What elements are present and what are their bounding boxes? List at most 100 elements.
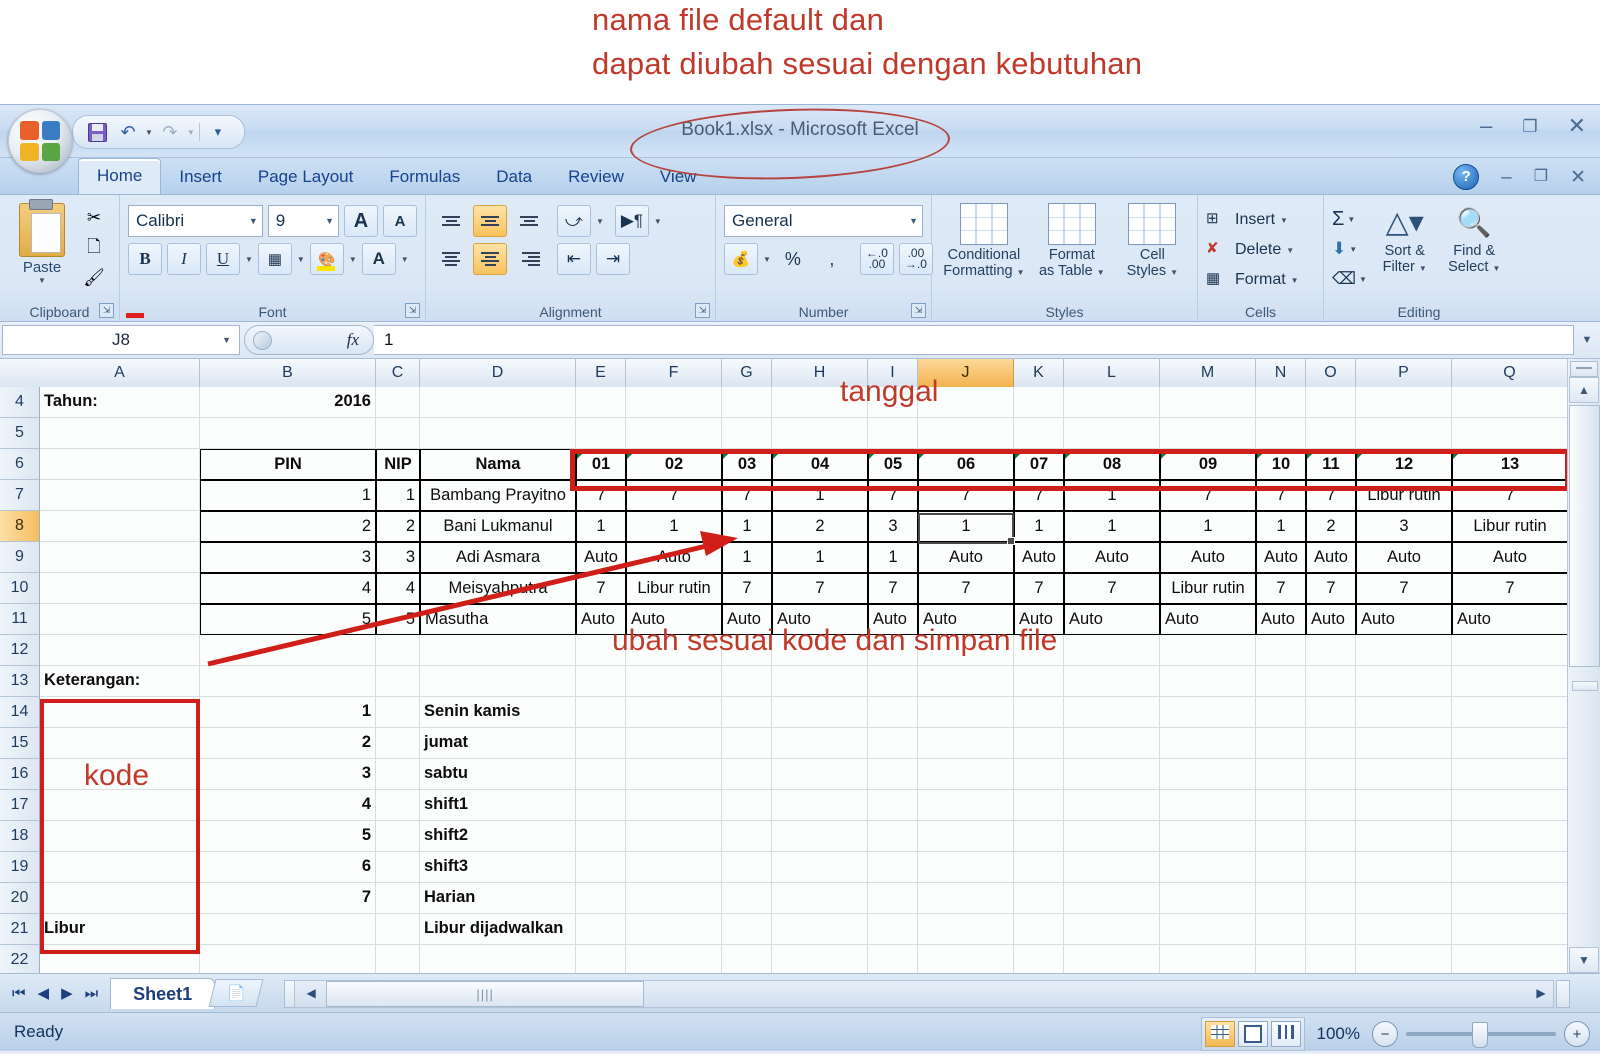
cell-Q15[interactable] [1452, 728, 1568, 759]
cell-F18[interactable] [626, 821, 722, 852]
cell-B11[interactable]: 5 [200, 604, 376, 635]
hscroll-resize-right[interactable] [1556, 980, 1570, 1008]
cell-K8[interactable]: 1 [1014, 511, 1064, 542]
orientation-icon[interactable]: ⤻ [557, 205, 591, 237]
cell-C13[interactable] [376, 666, 420, 697]
cell-Q7[interactable]: 7 [1452, 480, 1568, 511]
clear-button[interactable]: ⌫ ▼ [1332, 265, 1367, 293]
cell-E21[interactable] [576, 914, 626, 945]
cell-I5[interactable] [868, 418, 918, 449]
cell-P5[interactable] [1356, 418, 1452, 449]
cell-G19[interactable] [722, 852, 772, 883]
cell-O5[interactable] [1306, 418, 1356, 449]
cell-A22[interactable] [40, 945, 200, 973]
cell-B13[interactable] [200, 666, 376, 697]
cell-L14[interactable] [1064, 697, 1160, 728]
cell-A19[interactable] [40, 852, 200, 883]
cell-L6[interactable]: 08 [1064, 449, 1160, 480]
cell-F19[interactable] [626, 852, 722, 883]
cell-I8[interactable]: 3 [868, 511, 918, 542]
cell-Q19[interactable] [1452, 852, 1568, 883]
cell-A8[interactable] [40, 511, 200, 542]
cell-O14[interactable] [1306, 697, 1356, 728]
column-header-c[interactable]: C [376, 359, 420, 387]
cell-K14[interactable] [1014, 697, 1064, 728]
text-direction-icon[interactable]: ▶¶ [614, 205, 649, 237]
chevron-down-icon[interactable]: ▼ [325, 216, 334, 226]
cell-N4[interactable] [1256, 387, 1306, 418]
chevron-down-icon[interactable]: ▼ [909, 216, 918, 226]
row-header-8[interactable]: 8 [0, 511, 40, 542]
cell-L18[interactable] [1064, 821, 1160, 852]
cell-F7[interactable]: 7 [626, 480, 722, 511]
cell-L20[interactable] [1064, 883, 1160, 914]
cell-B10[interactable]: 4 [200, 573, 376, 604]
restore-window-button[interactable]: ❐ [1534, 169, 1548, 185]
accounting-dropdown-icon[interactable]: ▼ [763, 255, 771, 264]
decrease-decimal-icon[interactable]: .00 →.0 [898, 243, 933, 275]
cut-icon[interactable]: ✂ [80, 205, 108, 231]
cell-P17[interactable] [1356, 790, 1452, 821]
cell-L9[interactable]: Auto [1064, 542, 1160, 573]
cell-C4[interactable] [376, 387, 420, 418]
cell-M4[interactable] [1160, 387, 1256, 418]
font-color-button[interactable]: A [126, 243, 396, 318]
expand-formula-bar-icon[interactable]: ▼ [1574, 326, 1600, 354]
cell-P16[interactable] [1356, 759, 1452, 790]
cell-I15[interactable] [868, 728, 918, 759]
cell-C21[interactable] [376, 914, 420, 945]
cell-M17[interactable] [1160, 790, 1256, 821]
cell-K10[interactable]: 7 [1014, 573, 1064, 604]
cell-J16[interactable] [918, 759, 1014, 790]
cell-K17[interactable] [1014, 790, 1064, 821]
cell-N12[interactable] [1256, 635, 1306, 666]
cell-M13[interactable] [1160, 666, 1256, 697]
cell-A21[interactable]: Libur [40, 914, 200, 945]
cell-H21[interactable] [772, 914, 868, 945]
cell-A7[interactable] [40, 480, 200, 511]
column-header-p[interactable]: P [1356, 359, 1452, 387]
cell-Q21[interactable] [1452, 914, 1568, 945]
cell-Q17[interactable] [1452, 790, 1568, 821]
cell-O15[interactable] [1306, 728, 1356, 759]
cell-J7[interactable]: 7 [918, 480, 1014, 511]
cell-M22[interactable] [1160, 945, 1256, 973]
cell-N21[interactable] [1256, 914, 1306, 945]
underline-dropdown-icon[interactable]: ▼ [245, 255, 253, 264]
cell-E14[interactable] [576, 697, 626, 728]
cell-C19[interactable] [376, 852, 420, 883]
cell-D19[interactable]: shift3 [420, 852, 576, 883]
cancel-enter-icon[interactable] [253, 330, 272, 350]
cell-F6[interactable]: 02 [626, 449, 722, 480]
cell-B14[interactable]: 1 [200, 697, 376, 728]
cell-Q12[interactable] [1452, 635, 1568, 666]
cell-F5[interactable] [626, 418, 722, 449]
sort-filter-button[interactable]: △▾ Sort & Filter ▼ [1373, 203, 1437, 277]
cell-F8[interactable]: 1 [626, 511, 722, 542]
tab-view[interactable]: View [642, 160, 715, 194]
chevron-down-icon[interactable]: ▼ [222, 335, 231, 345]
normal-view-button[interactable] [1204, 1021, 1235, 1047]
cell-E5[interactable] [576, 418, 626, 449]
cell-P14[interactable] [1356, 697, 1452, 728]
cell-B20[interactable]: 7 [200, 883, 376, 914]
cell-B15[interactable]: 2 [200, 728, 376, 759]
cell-C5[interactable] [376, 418, 420, 449]
cell-M18[interactable] [1160, 821, 1256, 852]
cell-G17[interactable] [722, 790, 772, 821]
cell-P11[interactable]: Auto [1356, 604, 1452, 635]
cell-M9[interactable]: Auto [1160, 542, 1256, 573]
cell-M16[interactable] [1160, 759, 1256, 790]
chevron-down-icon[interactable]: ▼ [1349, 245, 1357, 254]
cell-E15[interactable] [576, 728, 626, 759]
cell-L13[interactable] [1064, 666, 1160, 697]
cell-K18[interactable] [1014, 821, 1064, 852]
cell-G5[interactable] [722, 418, 772, 449]
row-header-19[interactable]: 19 [0, 852, 40, 883]
cell-A6[interactable] [40, 449, 200, 480]
cell-A4[interactable]: Tahun: [40, 387, 200, 418]
cell-B17[interactable]: 4 [200, 790, 376, 821]
cell-P15[interactable] [1356, 728, 1452, 759]
cell-H7[interactable]: 1 [772, 480, 868, 511]
cell-B16[interactable]: 3 [200, 759, 376, 790]
